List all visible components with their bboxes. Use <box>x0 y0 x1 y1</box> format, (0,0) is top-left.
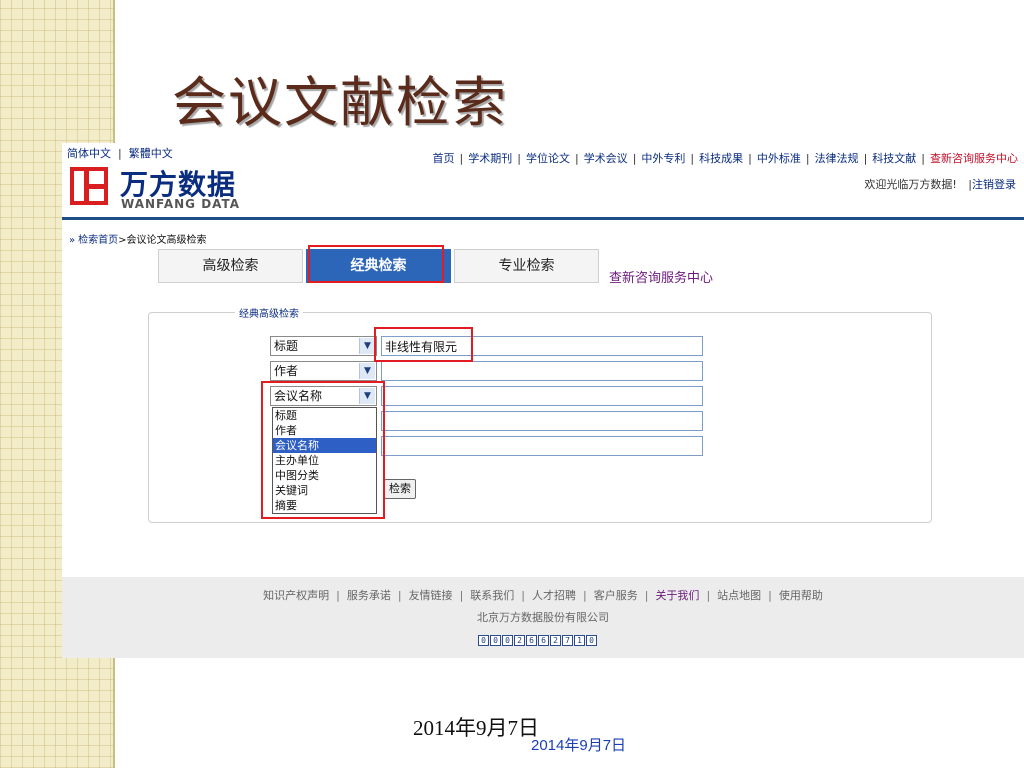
nav-item[interactable]: 学位论文 <box>526 152 570 165</box>
counter-digit: 0 <box>586 635 597 646</box>
footer-link[interactable]: 站点地图 <box>717 589 761 602</box>
welcome-area: 欢迎光临万方数据! |注销登录 <box>864 176 1016 192</box>
visit-counter: 0002662710 <box>478 628 598 646</box>
breadcrumb-arrow-icon: » <box>69 235 76 246</box>
fieldset-legend: 经典高级检索 <box>235 305 303 320</box>
search-row-2: 作者 ▼ <box>270 361 706 383</box>
tab-advanced-search[interactable]: 高级检索 <box>158 249 303 283</box>
nav-item[interactable]: 查新咨询服务中心 <box>930 152 1018 165</box>
nav-separator: | <box>574 152 579 165</box>
search-row-1: 标题 ▼ <box>270 336 706 358</box>
tab-professional-search[interactable]: 专业检索 <box>454 249 599 283</box>
footer-separator: | <box>521 589 525 602</box>
nav-item[interactable]: 中外专利 <box>641 152 685 165</box>
slide-date-overlay: 2014年9月7日 <box>531 737 627 754</box>
lang-traditional-link[interactable]: 繁體中文 <box>129 147 173 160</box>
counter-digit: 6 <box>526 635 537 646</box>
nav-item[interactable]: 首页 <box>433 152 455 165</box>
nav-separator: | <box>921 152 925 165</box>
lang-simplified-link[interactable]: 简体中文 <box>67 147 111 160</box>
lang-separator: | <box>118 147 122 160</box>
field-select-2-value: 作者 <box>274 364 299 378</box>
webpage-screenshot: 简体中文 | 繁體中文 万方数据 WANFANG DATA 首页 | 学术期刊 | 学位论文… <box>62 143 1024 658</box>
query-center-link[interactable]: 查新咨询服务中心 <box>609 267 713 286</box>
footer-separator: | <box>336 589 340 602</box>
slide-date: 2014年9月7日 <box>413 716 539 740</box>
breadcrumb: » 检索首页>会议论文高级检索 <box>69 231 207 246</box>
nav-item[interactable]: 法律法规 <box>815 152 859 165</box>
footer-separator: | <box>459 589 464 602</box>
first-input-highlight-box <box>374 327 473 362</box>
footer-separator: | <box>583 589 587 602</box>
footer-link[interactable]: 客户服务 <box>594 589 638 602</box>
search-input-5[interactable] <box>381 436 703 456</box>
nav-separator: | <box>517 152 521 165</box>
language-switcher: 简体中文 | 繁體中文 <box>67 145 173 161</box>
search-input-3[interactable] <box>381 386 703 406</box>
slide-title: 会议文献检索 <box>172 71 508 134</box>
chevron-down-icon[interactable]: ▼ <box>359 363 375 379</box>
nav-separator: | <box>805 152 810 165</box>
footer-link[interactable]: 知识产权声明 <box>263 589 329 602</box>
nav-separator: | <box>459 152 464 165</box>
footer-links: 知识产权声明 | 服务承诺 | 友情链接 | 联系我们 | 人才招聘 | 客户服务 | 关于我们 | 站点地… <box>62 587 1024 603</box>
field-select-2[interactable]: 作者 ▼ <box>270 361 377 381</box>
company-name: 北京万方数据股份有限公司 <box>477 611 609 624</box>
dropdown-highlight-box <box>261 381 385 519</box>
logo-mark-icon <box>70 167 108 205</box>
header-divider <box>62 217 1024 220</box>
logo-text-en: WANFANG DATA <box>121 197 241 211</box>
nav-separator: | <box>632 152 637 165</box>
footer-link[interactable]: 联系我们 <box>470 589 514 602</box>
chevron-down-icon[interactable]: ▼ <box>359 338 375 354</box>
counter-digit: 0 <box>478 635 489 646</box>
footer-link[interactable]: 关于我们 <box>655 589 699 602</box>
footer-separator: | <box>644 589 649 602</box>
top-navigation: 首页 | 学术期刊 | 学位论文 | 学术会议 | 中外专利 | 科技成果 | 中外标准 | 法律法规 | 科技… <box>433 150 1018 166</box>
nav-item[interactable]: 中外标准 <box>757 152 801 165</box>
footer-link[interactable]: 人才招聘 <box>532 589 576 602</box>
counter-digit: 2 <box>514 635 525 646</box>
wanfang-logo[interactable]: 万方数据 WANFANG DATA <box>70 163 270 213</box>
counter-digit: 2 <box>550 635 561 646</box>
breadcrumb-current: 会议论文高级检索 <box>126 235 207 246</box>
nav-separator: | <box>748 152 752 165</box>
field-select-1-value: 标题 <box>274 339 299 353</box>
nav-item[interactable]: 学术会议 <box>584 152 628 165</box>
site-footer: 知识产权声明 | 服务承诺 | 友情链接 | 联系我们 | 人才招聘 | 客户服务 | 关于我们 | 站点地… <box>62 577 1024 658</box>
footer-link[interactable]: 服务承诺 <box>347 589 391 602</box>
classic-tab-highlight-box <box>308 245 444 283</box>
search-input-2[interactable] <box>381 361 703 381</box>
breadcrumb-separator: > <box>118 235 127 246</box>
footer-link[interactable]: 使用帮助 <box>779 589 823 602</box>
counter-digit: 6 <box>538 635 549 646</box>
logout-link[interactable]: 注销登录 <box>972 178 1016 191</box>
footer-link[interactable]: 友情链接 <box>409 589 453 602</box>
nav-separator: | <box>863 152 868 165</box>
nav-item[interactable]: 学术期刊 <box>468 152 512 165</box>
counter-digit: 0 <box>502 635 513 646</box>
counter-digit: 7 <box>562 635 573 646</box>
search-input-4[interactable] <box>381 411 703 431</box>
nav-item[interactable]: 科技成果 <box>699 152 743 165</box>
footer-separator: | <box>706 589 711 602</box>
field-select-1[interactable]: 标题 ▼ <box>270 336 377 356</box>
search-button[interactable]: 检索 <box>384 479 416 499</box>
counter-digit: 0 <box>490 635 501 646</box>
footer-separator: | <box>397 589 402 602</box>
counter-digit: 1 <box>574 635 585 646</box>
welcome-text: 欢迎光临万方数据! <box>864 178 957 191</box>
nav-item[interactable]: 科技文献 <box>872 152 916 165</box>
nav-separator: | <box>690 152 695 165</box>
footer-separator: | <box>768 589 772 602</box>
breadcrumb-home-link[interactable]: 检索首页 <box>78 235 118 246</box>
